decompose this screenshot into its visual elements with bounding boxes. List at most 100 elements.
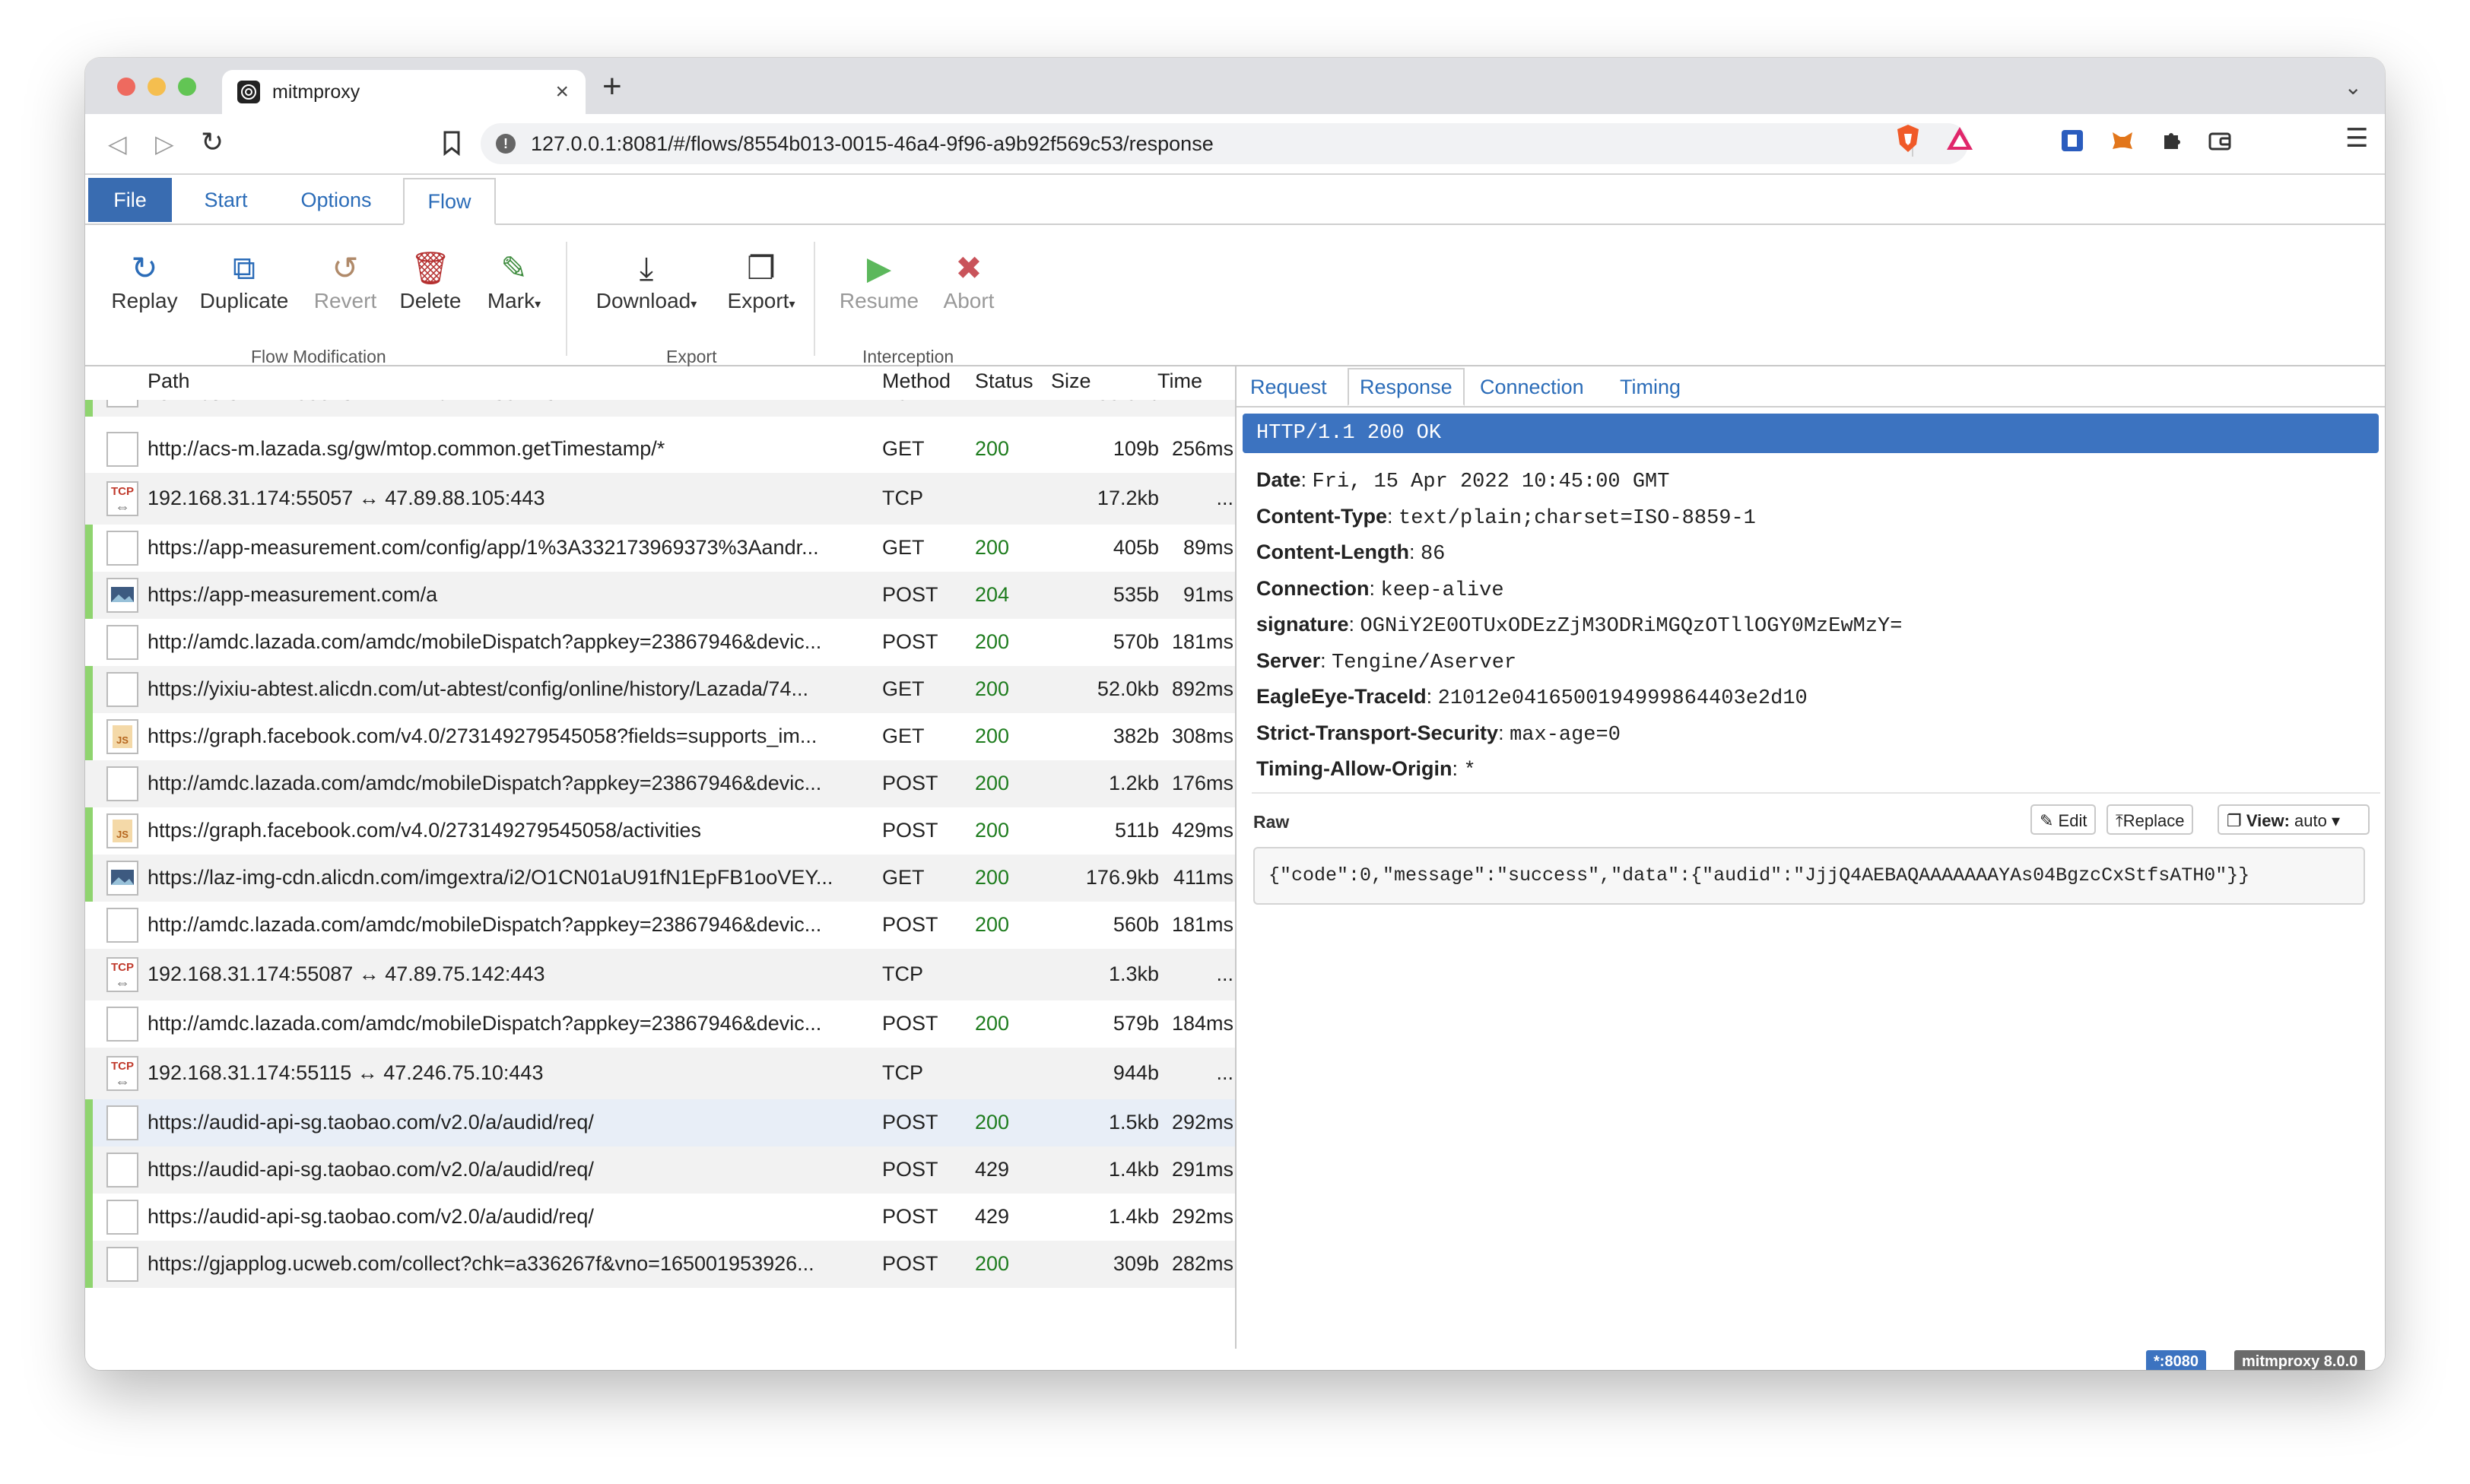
close-window-button[interactable] <box>117 78 135 96</box>
abort-button[interactable]: ✖ Abort <box>934 248 1004 313</box>
replay-button[interactable]: ↻ Replay <box>106 248 183 313</box>
url-text[interactable]: 127.0.0.1:8081/#/flows/8554b013-0015-46a… <box>531 132 1214 156</box>
caret-down-icon: ▾ <box>2331 811 2341 830</box>
cell-time: 181ms <box>1171 913 1233 936</box>
cell-size: 382b <box>1113 725 1159 747</box>
version-badge: mitmproxy 8.0.0 <box>2234 1350 2366 1370</box>
tab-timing[interactable]: Timing <box>1620 369 1681 404</box>
table-row[interactable]: TCP ⇔ 192.168.31.174:55115 ↔ 47.246.75.10:… <box>85 1048 1235 1099</box>
duplicate-button[interactable]: ⧉ Duplicate <box>193 248 295 313</box>
document-file-icon <box>106 531 138 566</box>
tab-search-chevron-icon[interactable]: ⌄ <box>2345 75 2362 100</box>
revert-icon: ↺ <box>332 250 359 286</box>
table-row[interactable]: https://laz-img-cdn.alicdn.com/imgextra/… <box>85 855 1235 902</box>
col-header-time[interactable]: Time <box>1157 369 1202 393</box>
tab-connection[interactable]: Connection <box>1480 369 1584 404</box>
replace-button[interactable]: ⤒Replace <box>2106 804 2194 835</box>
response-body[interactable]: {"code":0,"message":"success","data":{"a… <box>1253 847 2365 905</box>
table-row[interactable]: https://yixiu-abtest.alicdn.com/ut-abtes… <box>85 666 1235 713</box>
menu-file[interactable]: File <box>88 178 172 222</box>
table-row[interactable]: TCP ⇔ 192.168.31.174:55057 ↔ 47.89.88.105:… <box>85 473 1235 525</box>
table-row[interactable]: JS https://graph.facebook.com/v4.0/273149… <box>85 807 1235 855</box>
table-row[interactable]: http://amdc.lazada.com/amdc/mobileDispat… <box>85 902 1235 949</box>
resume-button[interactable]: ▶ Resume <box>833 248 925 313</box>
cell-method: POST <box>882 630 938 653</box>
table-row[interactable]: https://audid-api-sg.taobao.com/v2.0/a/a… <box>85 1146 1235 1194</box>
tab-request[interactable]: Request <box>1250 369 1327 404</box>
wallet-icon[interactable] <box>2207 128 2233 154</box>
brave-shields-icon[interactable] <box>1895 123 1921 154</box>
cell-status: 200 <box>975 866 1010 889</box>
extension-bitwarden-icon[interactable] <box>2059 128 2085 154</box>
table-row[interactable]: http://amdc.lazada.com/amdc/mobileDispat… <box>85 1000 1235 1048</box>
table-row[interactable]: http://acs-m.lazada.sg/gw/mtop.common.ge… <box>85 426 1235 473</box>
browser-menu-icon[interactable]: ☰ <box>2345 123 2368 154</box>
col-header-status[interactable]: Status <box>975 369 1033 393</box>
table-row[interactable]: https://audid-api-sg.taobao.com/v2.0/a/a… <box>85 1099 1235 1146</box>
cell-method: TCP <box>882 1061 923 1084</box>
header-value: Tengine/Aserver <box>1332 651 1517 674</box>
menu-options[interactable]: Options <box>280 178 392 222</box>
table-row[interactable]: https://gjapplog.ucweb.com/collect?chk=a… <box>85 1241 1235 1288</box>
tcp-icon: TCP ⇔ <box>106 957 138 992</box>
tab-close-icon[interactable]: × <box>555 79 569 105</box>
cell-path: https://yixiu-abtest.alicdn.com/ut-abtes… <box>148 677 808 700</box>
table-row[interactable]: http://amdc.lazada.com/amdc/mobileDispat… <box>85 619 1235 666</box>
maximize-window-button[interactable] <box>178 78 196 96</box>
reload-icon[interactable]: ↻ <box>201 126 224 158</box>
delete-button[interactable]: 🗑 Delete <box>392 248 468 313</box>
menu-start[interactable]: Start <box>184 178 268 222</box>
header-name: signature <box>1256 613 1349 636</box>
extension-metamask-icon[interactable] <box>2110 128 2135 154</box>
table-row[interactable]: JS https://graph.facebook.com/v4.0/273149… <box>85 713 1235 760</box>
browser-window: mitmproxy × + ⌄ ◁ ▷ ↻ ! 127.0.0.1:8081/#… <box>85 58 2385 1370</box>
document-file-icon <box>106 908 138 943</box>
table-row[interactable]: https://app-measurement.com/a POST 204 535b… <box>85 572 1235 619</box>
cell-size: 570b <box>1113 630 1159 653</box>
table-row[interactable]: http://amdc.lazada.com/amdc/mobileDispat… <box>85 760 1235 807</box>
cell-size: 1.4kb <box>1108 1205 1159 1228</box>
table-row[interactable]: https://app-measurement.com/config/app/1… <box>85 525 1235 572</box>
header-value: * <box>1463 759 1476 782</box>
view-value: auto <box>2294 811 2327 830</box>
download-button[interactable]: ⤓ Download▾ <box>589 248 704 313</box>
cell-path: https://audid-api-sg.taobao.com/v2.0/a/a… <box>148 1205 594 1228</box>
col-header-path[interactable]: Path <box>148 369 190 393</box>
browser-tab-mitmproxy[interactable]: mitmproxy × <box>222 70 586 114</box>
edit-button[interactable]: ✎ Edit <box>2030 804 2097 835</box>
forward-icon[interactable]: ▷ <box>155 129 174 158</box>
x-icon: ✖ <box>955 250 983 286</box>
cell-size: 1.3kb <box>1108 962 1159 985</box>
tab-response[interactable]: Response <box>1348 368 1465 406</box>
cell-status: 200 <box>975 536 1010 559</box>
caret-down-icon: ▾ <box>789 298 795 311</box>
cell-size: 560b <box>1113 913 1159 936</box>
cell-status: 200 <box>975 819 1010 842</box>
export-button[interactable]: ❐ Export▾ <box>719 248 803 313</box>
view-mode-dropdown[interactable]: ❐ View: auto ▾ <box>2218 804 2370 835</box>
cell-status: 200 <box>975 725 1010 747</box>
cell-time: 308ms <box>1171 725 1233 747</box>
svg-text:JS: JS <box>116 734 129 746</box>
clone-icon: ❐ <box>747 250 776 286</box>
mark-button[interactable]: ✎ Mark▾ <box>478 248 551 313</box>
address-bar[interactable]: ! 127.0.0.1:8081/#/flows/8554b013-0015-4… <box>481 123 1968 164</box>
header-value: 86 <box>1420 543 1446 566</box>
mitmproxy-favicon-icon <box>237 81 260 103</box>
minimize-window-button[interactable] <box>148 78 166 96</box>
extensions-puzzle-icon[interactable] <box>2158 128 2184 154</box>
col-header-size[interactable]: Size <box>1051 369 1091 393</box>
site-info-icon[interactable]: ! <box>496 134 516 154</box>
mark-indicator <box>85 1000 93 1048</box>
col-header-method[interactable]: Method <box>882 369 951 393</box>
cell-time: 282ms <box>1171 1252 1233 1275</box>
menu-flow[interactable]: Flow <box>403 178 496 225</box>
table-row[interactable]: https://audid-api-sg.taobao.com/v2.0/a/a… <box>85 1194 1235 1241</box>
download-icon: ⤓ <box>639 250 654 286</box>
new-tab-button[interactable]: + <box>602 70 622 103</box>
bookmark-icon[interactable] <box>438 128 465 158</box>
table-row[interactable]: TCP ⇔ 192.168.31.174:55087 ↔ 47.89.75.142:… <box>85 949 1235 1000</box>
revert-button[interactable]: ↺ Revert <box>306 248 385 313</box>
brave-rewards-icon[interactable] <box>1945 125 1974 152</box>
back-icon[interactable]: ◁ <box>108 129 127 158</box>
